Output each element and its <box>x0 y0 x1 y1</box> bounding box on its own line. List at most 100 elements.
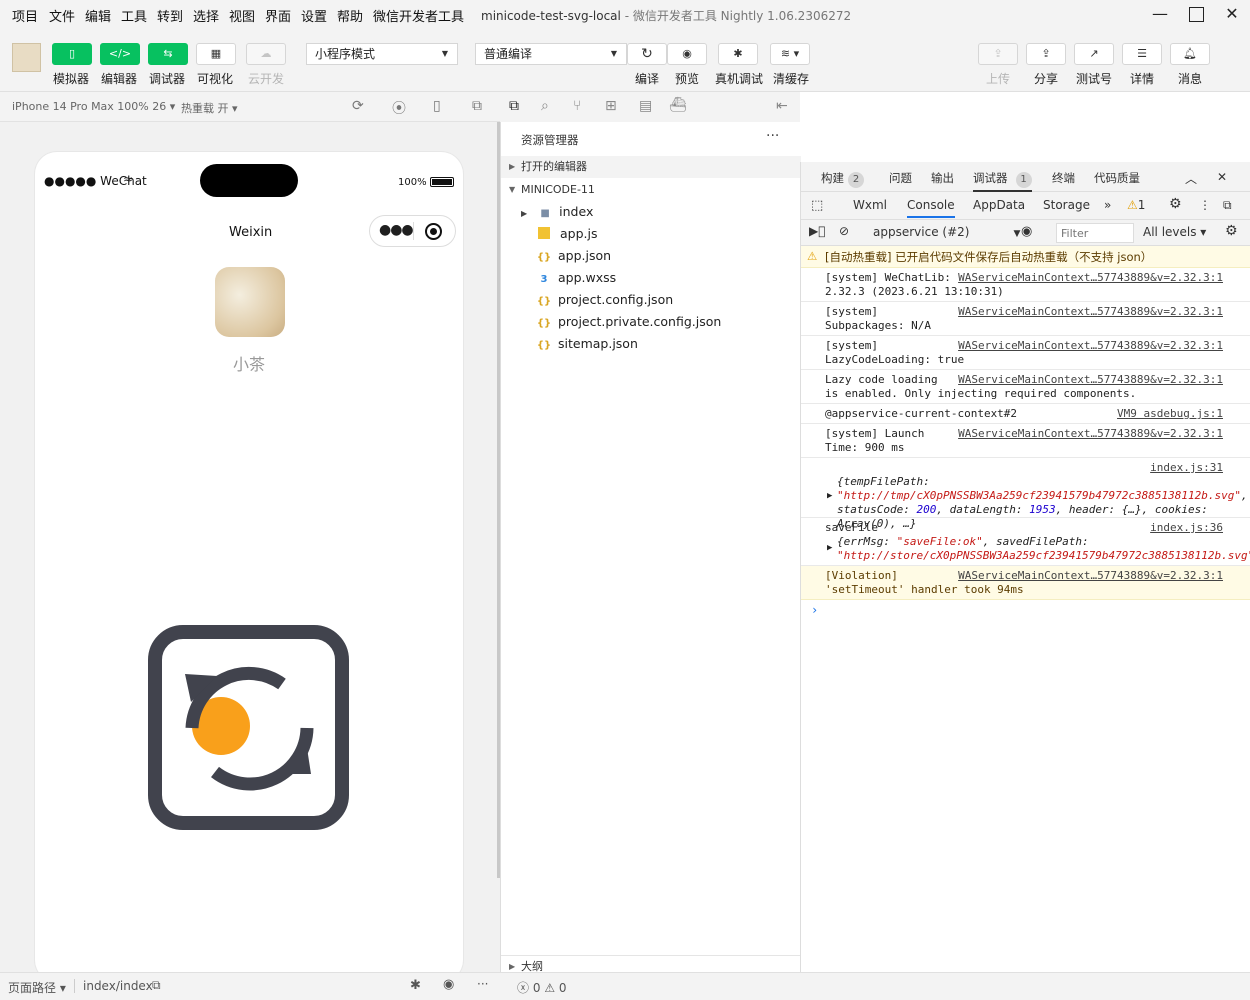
menu-file[interactable]: 文件 <box>49 6 75 25</box>
menu-edit[interactable]: 编辑 <box>85 6 111 25</box>
source-link[interactable]: WAServiceMainContext…57743889&v=2.32.3:1 <box>958 569 1223 583</box>
compile-mode-select[interactable]: 普通编译 ▼ <box>475 43 627 65</box>
clear-console-icon[interactable]: ⊘ <box>839 224 849 238</box>
tab-wxml[interactable]: Wxml <box>853 198 887 212</box>
source-link[interactable]: WAServiceMainContext…57743889&v=2.32.3:1 <box>958 373 1223 387</box>
menu-interface[interactable]: 界面 <box>265 6 291 25</box>
cloud-button[interactable]: ☁ <box>246 43 286 65</box>
page-path-select[interactable]: 页面路径 ▾ <box>8 979 66 996</box>
eye-icon[interactable]: ◉ <box>443 977 454 992</box>
context-select[interactable]: appservice (#2) ▼ <box>873 225 1020 239</box>
problem-counter[interactable]: ⓧ 0 ⚠ 0 <box>517 979 567 996</box>
tab-terminal[interactable]: 终端 <box>1052 170 1075 186</box>
device-select[interactable]: iPhone 14 Pro Max 100% 26 ▾ <box>12 100 175 113</box>
sidebar-toggle-icon[interactable]: ▶⃞ <box>809 224 825 238</box>
search-icon[interactable]: ⌕ <box>541 98 549 114</box>
source-link[interactable]: WAServiceMainContext…57743889&v=2.32.3:1 <box>958 305 1223 319</box>
expand-arrow-icon[interactable]: ▶ <box>827 541 832 555</box>
menu-wechat-devtools[interactable]: 微信开发者工具 <box>373 6 464 25</box>
source-link[interactable]: VM9 asdebug.js:1 <box>1117 407 1223 421</box>
test-account-button[interactable]: ↗ <box>1074 43 1114 65</box>
file-sitemap[interactable]: {} sitemap.json <box>536 333 638 355</box>
visual-button[interactable]: ▦ <box>196 43 236 65</box>
mode-select[interactable]: 小程序模式 ▼ <box>306 43 458 65</box>
menu-view[interactable]: 视图 <box>229 6 255 25</box>
file-app-json[interactable]: {} app.json <box>536 245 611 267</box>
real-debug-button[interactable]: ✱ <box>718 43 758 65</box>
levels-select[interactable]: All levels ▾ <box>1143 225 1206 239</box>
tab-console[interactable]: Console <box>907 198 955 218</box>
console-prompt[interactable]: › <box>811 603 818 617</box>
eye-icon[interactable]: ◉ <box>1021 224 1032 239</box>
console-object-message[interactable]: index.js:31 ▶ {tempFilePath: "http://tmp/… <box>801 458 1250 530</box>
menu-tools[interactable]: 工具 <box>121 6 147 25</box>
avatar[interactable] <box>12 43 41 72</box>
tab-appdata[interactable]: AppData <box>973 198 1025 212</box>
messages-button[interactable]: 🔔︎ <box>1170 43 1210 65</box>
bug-icon[interactable]: ✱ <box>410 978 421 993</box>
source-link[interactable]: WAServiceMainContext…57743889&v=2.32.3:1 <box>958 339 1223 353</box>
file-project-private-config[interactable]: {} project.private.config.json <box>536 311 721 333</box>
docker-icon[interactable]: ⛴ <box>669 97 687 113</box>
phone-outline-icon[interactable]: ▯ <box>433 98 441 114</box>
close-icon[interactable]: ✕ <box>1220 4 1244 26</box>
undock-icon[interactable]: ⧉ <box>1223 198 1232 213</box>
extensions-icon[interactable]: ⊞ <box>605 98 617 114</box>
open-editors-section[interactable]: ▶ 打开的编辑器 <box>501 156 801 178</box>
menu-settings[interactable]: 设置 <box>301 6 327 25</box>
close-icon[interactable]: ✕ <box>1217 170 1227 184</box>
details-button[interactable]: ☰ <box>1122 43 1162 65</box>
menu-project[interactable]: 项目 <box>12 6 38 25</box>
source-link[interactable]: WAServiceMainContext…57743889&v=2.32.3:1 <box>958 271 1223 285</box>
copy-icon[interactable]: ⧉ <box>152 978 161 993</box>
more-icon[interactable]: ●●● <box>379 222 414 238</box>
record-icon[interactable]: ⦿ <box>392 98 406 118</box>
compile-button[interactable]: ↻ <box>627 43 667 65</box>
source-link[interactable]: WAServiceMainContext…57743889&v=2.32.3:1 <box>958 427 1223 441</box>
close-circle-icon[interactable] <box>425 223 442 240</box>
tab-code-quality[interactable]: 代码质量 <box>1094 170 1140 186</box>
inspect-icon[interactable]: ⬚ <box>811 198 823 213</box>
menu-goto[interactable]: 转到 <box>157 6 183 25</box>
project-section[interactable]: ▼ MINICODE-11 <box>501 179 801 201</box>
file-index[interactable]: ▶ ■ index <box>521 201 593 223</box>
minimize-icon[interactable]: — <box>1148 4 1172 26</box>
source-link[interactable]: index.js:36 <box>1150 521 1223 535</box>
files-icon[interactable]: ⧉ <box>509 98 519 114</box>
clear-cache-button[interactable]: ≋ ▾ <box>770 43 810 65</box>
gear-icon[interactable]: ⚙ <box>1169 196 1182 212</box>
chevron-up-icon[interactable]: ︿ <box>1185 170 1197 187</box>
capsule-menu[interactable]: ●●● <box>369 215 456 247</box>
maximize-icon[interactable] <box>1184 4 1208 26</box>
share-button[interactable]: ⇪ <box>1026 43 1066 65</box>
preview-button[interactable]: ◉ <box>667 43 707 65</box>
more-icon[interactable]: ··· <box>477 977 488 991</box>
debugger-button[interactable]: ⇆ <box>148 43 188 65</box>
detach-window-icon[interactable]: ⧉ <box>472 98 482 114</box>
git-branch-icon[interactable]: ⑂ <box>573 98 581 114</box>
warning-counter[interactable]: ⚠1 <box>1127 198 1145 212</box>
tab-debugger[interactable]: 调试器 1 <box>973 170 1032 192</box>
source-link[interactable]: index.js:31 <box>1150 461 1223 475</box>
debug-panel-icon[interactable]: ▤ <box>639 98 652 114</box>
file-app-js[interactable]: app.js <box>536 223 598 245</box>
upload-button[interactable]: ⇪ <box>978 43 1018 65</box>
menu-select[interactable]: 选择 <box>193 6 219 25</box>
gear-icon[interactable]: ⚙ <box>1225 223 1238 239</box>
file-app-wxss[interactable]: 3 app.wxss <box>536 267 617 289</box>
filter-input[interactable] <box>1056 223 1134 243</box>
simulator-button[interactable]: ▯ <box>52 43 92 65</box>
expand-arrow-icon[interactable]: ▶ <box>827 489 832 503</box>
hot-reload-select[interactable]: 热重载 开 ▾ <box>181 100 238 116</box>
tab-build[interactable]: 构建 2 <box>821 170 864 188</box>
tab-output[interactable]: 输出 <box>931 170 954 186</box>
more-actions-icon[interactable]: ··· <box>766 128 779 144</box>
rotate-icon[interactable]: ⟳ <box>352 98 364 114</box>
file-project-config[interactable]: {} project.config.json <box>536 289 673 311</box>
more-tabs-icon[interactable]: » <box>1104 198 1111 212</box>
tab-storage[interactable]: Storage <box>1043 198 1090 212</box>
menu-help[interactable]: 帮助 <box>337 6 363 25</box>
console-object-message[interactable]: saveFile index.js:36 ▶ {errMsg: "saveFile:… <box>801 518 1250 566</box>
collapse-panel-icon[interactable]: ⇤ <box>776 98 788 114</box>
tab-problems[interactable]: 问题 <box>889 170 912 186</box>
